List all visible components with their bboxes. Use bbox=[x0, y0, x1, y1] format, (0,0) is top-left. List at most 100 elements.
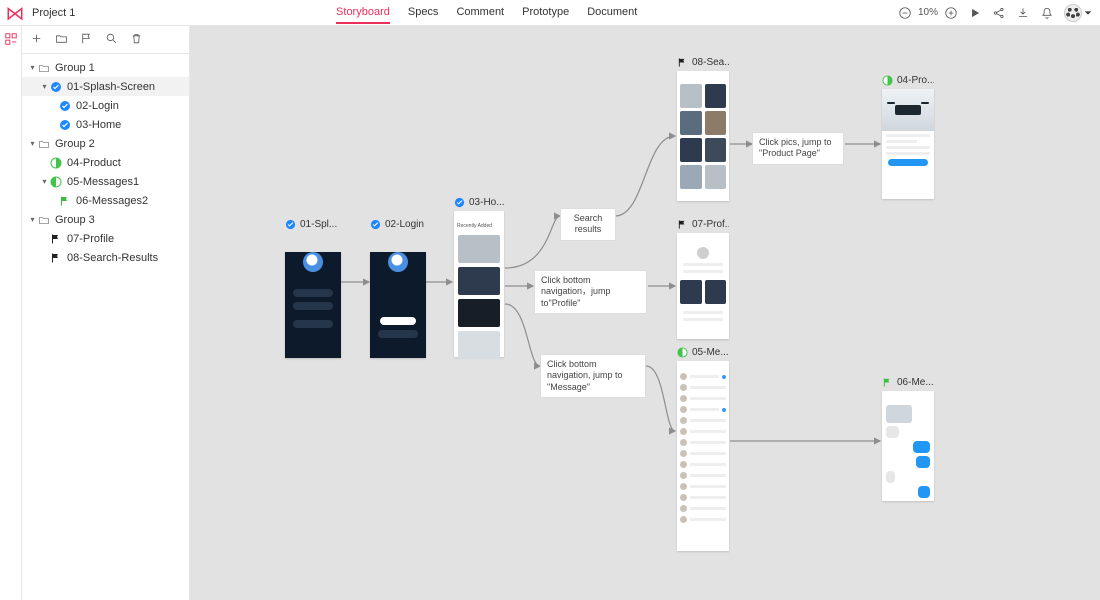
thumb-mock bbox=[458, 299, 500, 327]
download-icon[interactable] bbox=[1016, 6, 1030, 20]
tab-comment[interactable]: Comment bbox=[456, 1, 504, 24]
node-label: 04-Pro... bbox=[897, 75, 934, 86]
status-flag-icon bbox=[677, 219, 688, 230]
status-check-icon bbox=[49, 80, 63, 94]
node-08-search[interactable]: 08-Sea... bbox=[677, 56, 729, 201]
status-flag-icon bbox=[49, 251, 63, 265]
splash-logo bbox=[303, 252, 323, 272]
status-check-icon bbox=[58, 99, 72, 113]
caret-icon: ▾ bbox=[28, 215, 37, 224]
node-06-messages2[interactable]: 06-Me... bbox=[882, 376, 934, 501]
trash-icon[interactable] bbox=[130, 32, 143, 48]
tree-item-04-product[interactable]: 04-Product bbox=[22, 153, 189, 172]
node-label: 08-Sea... bbox=[692, 57, 729, 68]
status-flag-icon bbox=[58, 194, 72, 208]
sidebar: ▾ Group 1 ▾ 01-Splash-Screen 02-Login 03… bbox=[22, 26, 190, 600]
tree-item-05-messages1[interactable]: ▾ 05-Messages1 bbox=[22, 172, 189, 191]
note-jump-product[interactable]: Click pics, jump to "Product Page" bbox=[752, 132, 844, 165]
tree-group-1[interactable]: ▾ Group 1 bbox=[22, 58, 189, 77]
node-03-home[interactable]: 03-Ho... Recently Added bbox=[454, 196, 504, 357]
tree-label: 05-Messages1 bbox=[67, 176, 139, 188]
status-flag-icon bbox=[677, 57, 688, 68]
tree-item-06-messages2[interactable]: 06-Messages2 bbox=[22, 191, 189, 210]
thumb-mock bbox=[705, 111, 727, 135]
tree-group-3[interactable]: ▾ Group 3 bbox=[22, 210, 189, 229]
tree-label: 03-Home bbox=[76, 119, 121, 131]
node-label: 07-Prof... bbox=[692, 219, 729, 230]
tree-group-2[interactable]: ▾ Group 2 bbox=[22, 134, 189, 153]
folder-icon bbox=[37, 61, 51, 75]
note-jump-profile[interactable]: Click bottom navigation，jump to"Profile" bbox=[534, 270, 647, 314]
thumb-mock bbox=[705, 138, 727, 162]
login-logo bbox=[388, 252, 408, 272]
node-07-profile[interactable]: 07-Prof... bbox=[677, 218, 729, 339]
product-image-mock bbox=[895, 105, 921, 115]
user-avatar bbox=[1064, 4, 1082, 22]
node-01-splash[interactable]: 01-Spl... bbox=[285, 218, 341, 358]
status-check-icon bbox=[454, 197, 465, 208]
chat-bubble-mock bbox=[886, 426, 899, 438]
node-02-login[interactable]: 02-Login bbox=[370, 218, 426, 358]
status-flag-icon bbox=[49, 232, 63, 246]
note-search-results[interactable]: Search results bbox=[560, 208, 616, 241]
flag-icon[interactable] bbox=[80, 32, 93, 48]
thumb-mock bbox=[680, 138, 702, 162]
node-04-product[interactable]: 04-Pro... bbox=[882, 74, 934, 199]
card-mock bbox=[705, 280, 727, 304]
header-right: 10% bbox=[898, 4, 1100, 22]
tree-label: Group 1 bbox=[55, 62, 95, 74]
play-icon[interactable] bbox=[968, 6, 982, 20]
bell-icon[interactable] bbox=[1040, 6, 1054, 20]
header-tabs: Storyboard Specs Comment Prototype Docum… bbox=[75, 1, 898, 24]
left-rail bbox=[0, 26, 22, 600]
status-flag-icon bbox=[882, 377, 893, 388]
node-label: 05-Me... bbox=[692, 347, 729, 358]
caret-icon: ▾ bbox=[40, 177, 49, 186]
zoom-in-icon[interactable] bbox=[944, 6, 958, 20]
caret-icon: ▾ bbox=[28, 139, 37, 148]
app-header: Project 1 Storyboard Specs Comment Proto… bbox=[0, 0, 1100, 26]
share-icon[interactable] bbox=[992, 6, 1006, 20]
tree-label: 06-Messages2 bbox=[76, 195, 148, 207]
zoom-out-icon[interactable] bbox=[898, 6, 912, 20]
status-check-icon bbox=[370, 219, 381, 230]
tree-item-01-splash[interactable]: ▾ 01-Splash-Screen bbox=[22, 77, 189, 96]
thumb-mock bbox=[458, 235, 500, 263]
tab-storyboard[interactable]: Storyboard bbox=[336, 1, 390, 24]
folder-icon[interactable] bbox=[55, 32, 68, 48]
thumb-mock bbox=[680, 84, 702, 108]
user-menu[interactable] bbox=[1064, 4, 1092, 22]
storyboard-rail-icon[interactable] bbox=[4, 32, 18, 51]
tree-label: 04-Product bbox=[67, 157, 121, 169]
chat-bubble-mock bbox=[918, 486, 930, 498]
node-label: 02-Login bbox=[385, 219, 424, 230]
status-half-icon bbox=[49, 175, 63, 189]
search-icon[interactable] bbox=[105, 32, 118, 48]
tree-item-07-profile[interactable]: 07-Profile bbox=[22, 229, 189, 248]
tab-prototype[interactable]: Prototype bbox=[522, 1, 569, 24]
folder-icon bbox=[37, 213, 51, 227]
tree-item-03-home[interactable]: 03-Home bbox=[22, 115, 189, 134]
primary-button-mock bbox=[888, 159, 928, 166]
note-jump-message[interactable]: Click bottom navigation, jump to "Messag… bbox=[540, 354, 646, 398]
splash-text bbox=[285, 278, 341, 284]
status-check-icon bbox=[58, 118, 72, 132]
storyboard-canvas[interactable]: 01-Spl... 02-Login bbox=[190, 26, 1100, 600]
node-05-messages1[interactable]: 05-Me... bbox=[677, 346, 729, 551]
status-half-icon bbox=[882, 75, 893, 86]
tab-document[interactable]: Document bbox=[587, 1, 637, 24]
tree-item-08-search[interactable]: 08-Search-Results bbox=[22, 248, 189, 267]
chat-image-mock bbox=[886, 405, 912, 423]
tree-label: Group 3 bbox=[55, 214, 95, 226]
page-tree: ▾ Group 1 ▾ 01-Splash-Screen 02-Login 03… bbox=[22, 54, 189, 271]
folder-icon bbox=[37, 137, 51, 151]
caret-icon: ▾ bbox=[28, 63, 37, 72]
tree-label: Group 2 bbox=[55, 138, 95, 150]
tree-label: 01-Splash-Screen bbox=[67, 81, 155, 93]
tab-specs[interactable]: Specs bbox=[408, 1, 439, 24]
node-label: 01-Spl... bbox=[300, 219, 337, 230]
add-icon[interactable] bbox=[30, 32, 43, 48]
field-mock bbox=[293, 289, 333, 297]
thumb-mock bbox=[705, 165, 727, 189]
tree-item-02-login[interactable]: 02-Login bbox=[22, 96, 189, 115]
